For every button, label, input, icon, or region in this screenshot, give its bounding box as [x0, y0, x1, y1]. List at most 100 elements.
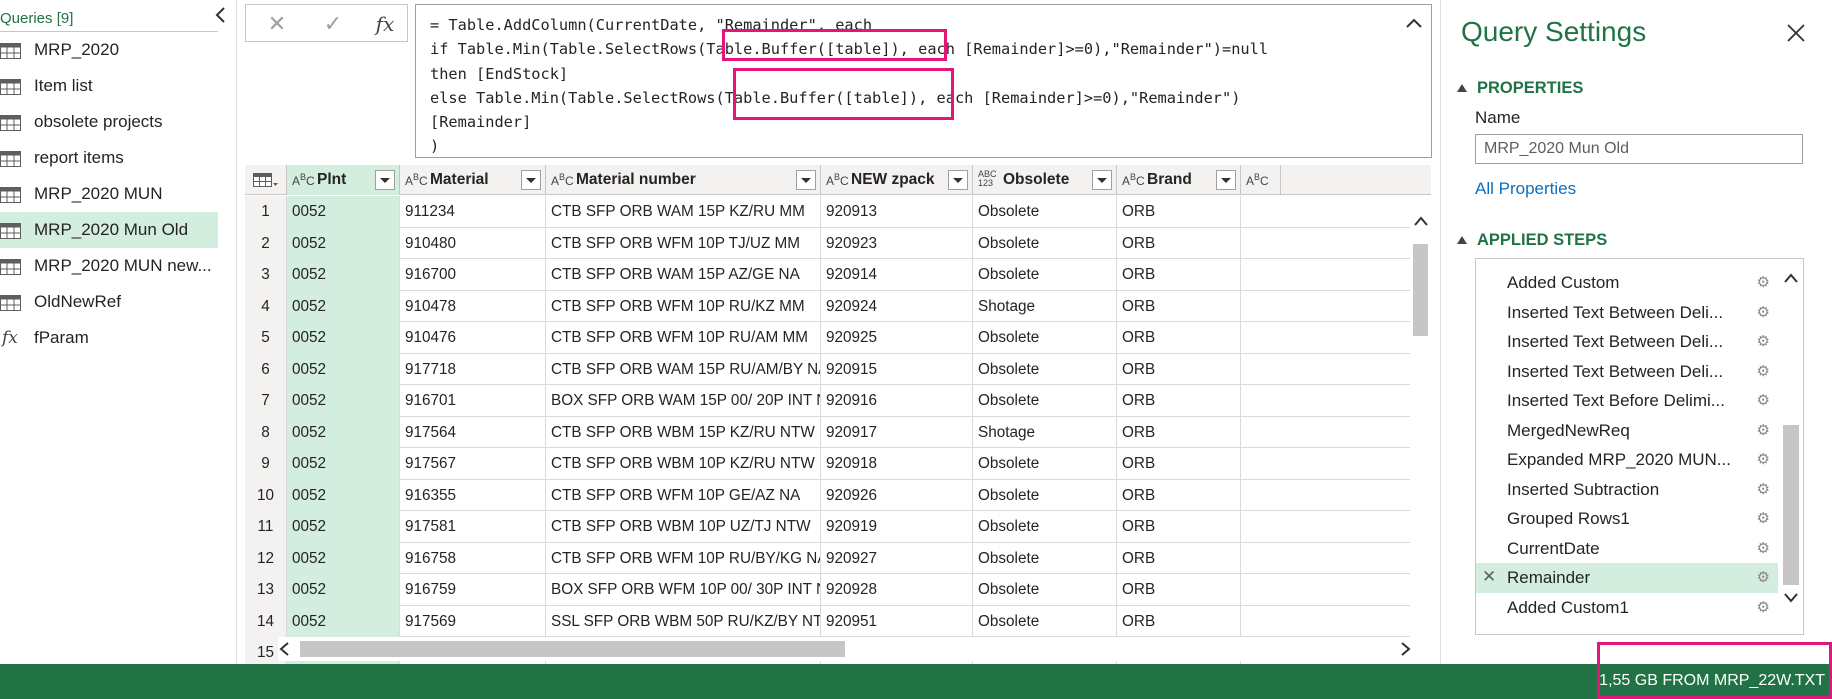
table-cell[interactable]: 916701: [400, 385, 546, 417]
table-cell[interactable]: Obsolete: [973, 605, 1117, 637]
steps-scroll-thumb[interactable]: [1783, 425, 1799, 585]
table-row[interactable]: 7 0052 916701 BOX SFP ORB WAM 15P 00/ 20P I…: [245, 385, 1410, 417]
applied-steps-section-header[interactable]: APPLIED STEPS: [1457, 231, 1607, 250]
gear-icon[interactable]: ⚙: [1757, 332, 1770, 350]
table-cell[interactable]: ORB: [1117, 353, 1241, 385]
column-header[interactable]: ABC Plnt: [287, 165, 400, 195]
table-cell[interactable]: CTB SFP ORB WAM 15P RU/AM/BY NA: [546, 353, 821, 385]
table-cell[interactable]: CTB SFP ORB WFM 10P RU/AM MM: [546, 322, 821, 354]
row-number[interactable]: 6: [245, 353, 287, 385]
table-cell[interactable]: 916759: [400, 574, 546, 606]
table-cell[interactable]: 920913: [821, 196, 973, 228]
table-cell[interactable]: 920928: [821, 574, 973, 606]
table-row[interactable]: 4 0052 910478 CTB SFP ORB WFM 10P RU/KZ MM 9…: [245, 290, 1410, 322]
query-item[interactable]: MRP_2020 Mun Old: [0, 212, 218, 248]
applied-step[interactable]: Inserted Text Between Deli... ⚙: [1476, 357, 1778, 387]
vertical-scroll-thumb[interactable]: [1413, 244, 1428, 336]
row-number[interactable]: 2: [245, 227, 287, 259]
query-item[interactable]: Item list: [0, 68, 218, 104]
table-cell[interactable]: 0052: [287, 322, 400, 354]
table-cell[interactable]: 920918: [821, 448, 973, 480]
table-cell[interactable]: 0052: [287, 385, 400, 417]
table-row[interactable]: 14 0052 917569 SSL SFP ORB WBM 50P RU/KZ/BY…: [245, 605, 1410, 637]
applied-step[interactable]: Inserted Text Between Deli... ⚙: [1476, 327, 1778, 357]
gear-icon[interactable]: ⚙: [1757, 450, 1770, 468]
table-row[interactable]: 1 0052 911234 CTB SFP ORB WAM 15P KZ/RU MM 9…: [245, 196, 1410, 228]
table-cell[interactable]: Obsolete: [973, 259, 1117, 291]
table-cell[interactable]: CTB SFP ORB WBM 15P KZ/RU NTW: [546, 416, 821, 448]
query-item[interactable]: fx fParam: [0, 320, 218, 356]
row-number[interactable]: 3: [245, 259, 287, 291]
query-item[interactable]: report items: [0, 140, 218, 176]
table-cell[interactable]: 910480: [400, 227, 546, 259]
filter-dropdown-icon[interactable]: [375, 170, 395, 190]
table-cell[interactable]: 920925: [821, 322, 973, 354]
table-cell[interactable]: 916355: [400, 479, 546, 511]
table-row[interactable]: 13 0052 916759 BOX SFP ORB WFM 10P 00/ 30P …: [245, 574, 1410, 606]
table-cell[interactable]: 920951: [821, 605, 973, 637]
table-row[interactable]: 3 0052 916700 CTB SFP ORB WAM 15P AZ/GE NA 9…: [245, 259, 1410, 291]
collapse-chevron-up-icon[interactable]: [1403, 13, 1425, 33]
table-cell[interactable]: 0052: [287, 542, 400, 574]
filter-dropdown-icon[interactable]: [948, 170, 968, 190]
table-cell[interactable]: 0052: [287, 511, 400, 543]
row-number[interactable]: 11: [245, 511, 287, 543]
table-cell[interactable]: Obsolete: [973, 353, 1117, 385]
filter-dropdown-icon[interactable]: [1216, 170, 1236, 190]
applied-step[interactable]: MergedNewReq ⚙: [1476, 416, 1778, 446]
column-type-icon[interactable]: ABC: [1246, 172, 1269, 188]
table-cell[interactable]: CTB SFP ORB WAM 15P KZ/RU MM: [546, 196, 821, 228]
column-header[interactable]: ABC Brand: [1117, 165, 1241, 195]
table-row[interactable]: 5 0052 910476 CTB SFP ORB WFM 10P RU/AM MM 9…: [245, 322, 1410, 354]
column-header[interactable]: ABC NEW zpack: [821, 165, 973, 195]
table-cell[interactable]: 916700: [400, 259, 546, 291]
table-cell[interactable]: 917581: [400, 511, 546, 543]
table-cell[interactable]: CTB SFP ORB WBM 10P UZ/TJ NTW: [546, 511, 821, 543]
table-cell[interactable]: Obsolete: [973, 385, 1117, 417]
table-cell[interactable]: ORB: [1117, 574, 1241, 606]
filter-dropdown-icon[interactable]: [796, 170, 816, 190]
table-cell[interactable]: ORB: [1117, 416, 1241, 448]
gear-icon[interactable]: ⚙: [1757, 421, 1770, 439]
gear-icon[interactable]: ⚙: [1757, 509, 1770, 527]
row-number[interactable]: 13: [245, 574, 287, 606]
table-cell[interactable]: 920924: [821, 290, 973, 322]
table-cell[interactable]: CTB SFP ORB WFM 10P RU/KZ MM: [546, 290, 821, 322]
column-header[interactable]: ABC Material: [400, 165, 546, 195]
table-cell[interactable]: CTB SFP ORB WBM 10P KZ/RU NTW: [546, 448, 821, 480]
table-cell[interactable]: 920919: [821, 511, 973, 543]
scroll-left-icon[interactable]: [278, 641, 292, 657]
column-type-icon[interactable]: ABC: [1122, 172, 1145, 188]
gear-icon[interactable]: ⚙: [1757, 362, 1770, 380]
gear-icon[interactable]: ⚙: [1757, 303, 1770, 321]
table-cell[interactable]: Obsolete: [973, 448, 1117, 480]
column-header[interactable]: ABC 123 Obsolete: [973, 165, 1117, 195]
table-cell[interactable]: ORB: [1117, 385, 1241, 417]
table-cell[interactable]: 0052: [287, 479, 400, 511]
table-cell[interactable]: SSL SFP ORB WBM 50P RU/KZ/BY NTW: [546, 605, 821, 637]
table-cell[interactable]: 0052: [287, 353, 400, 385]
table-cell[interactable]: ORB: [1117, 605, 1241, 637]
applied-step[interactable]: ✕ Remainder ⚙: [1476, 563, 1778, 593]
gear-icon[interactable]: ⚙: [1757, 539, 1770, 557]
table-cell[interactable]: 920923: [821, 227, 973, 259]
applied-step[interactable]: Inserted Text Between Deli... ⚙: [1476, 298, 1778, 328]
applied-step[interactable]: Inserted Subtraction ⚙: [1476, 475, 1778, 505]
applied-step[interactable]: Expanded MRP_2020 MUN... ⚙: [1476, 445, 1778, 475]
commit-check-icon[interactable]: ✓: [318, 11, 348, 37]
vertical-scrollbar[interactable]: [1410, 196, 1431, 636]
table-cell[interactable]: 0052: [287, 416, 400, 448]
table-cell[interactable]: 920917: [821, 416, 973, 448]
table-cell[interactable]: 920926: [821, 479, 973, 511]
table-cell[interactable]: 917569: [400, 605, 546, 637]
table-cell[interactable]: 0052: [287, 448, 400, 480]
column-type-icon[interactable]: ABC 123: [978, 170, 997, 189]
table-row[interactable]: 9 0052 917567 CTB SFP ORB WBM 10P KZ/RU NTW…: [245, 448, 1410, 480]
table-cell[interactable]: 920914: [821, 259, 973, 291]
table-cell[interactable]: ORB: [1117, 448, 1241, 480]
table-cell[interactable]: 920916: [821, 385, 973, 417]
horizontal-scroll-thumb[interactable]: [300, 641, 845, 657]
table-cell[interactable]: ORB: [1117, 322, 1241, 354]
horizontal-scrollbar[interactable]: [278, 637, 1411, 661]
column-type-icon[interactable]: ABC: [405, 172, 428, 188]
